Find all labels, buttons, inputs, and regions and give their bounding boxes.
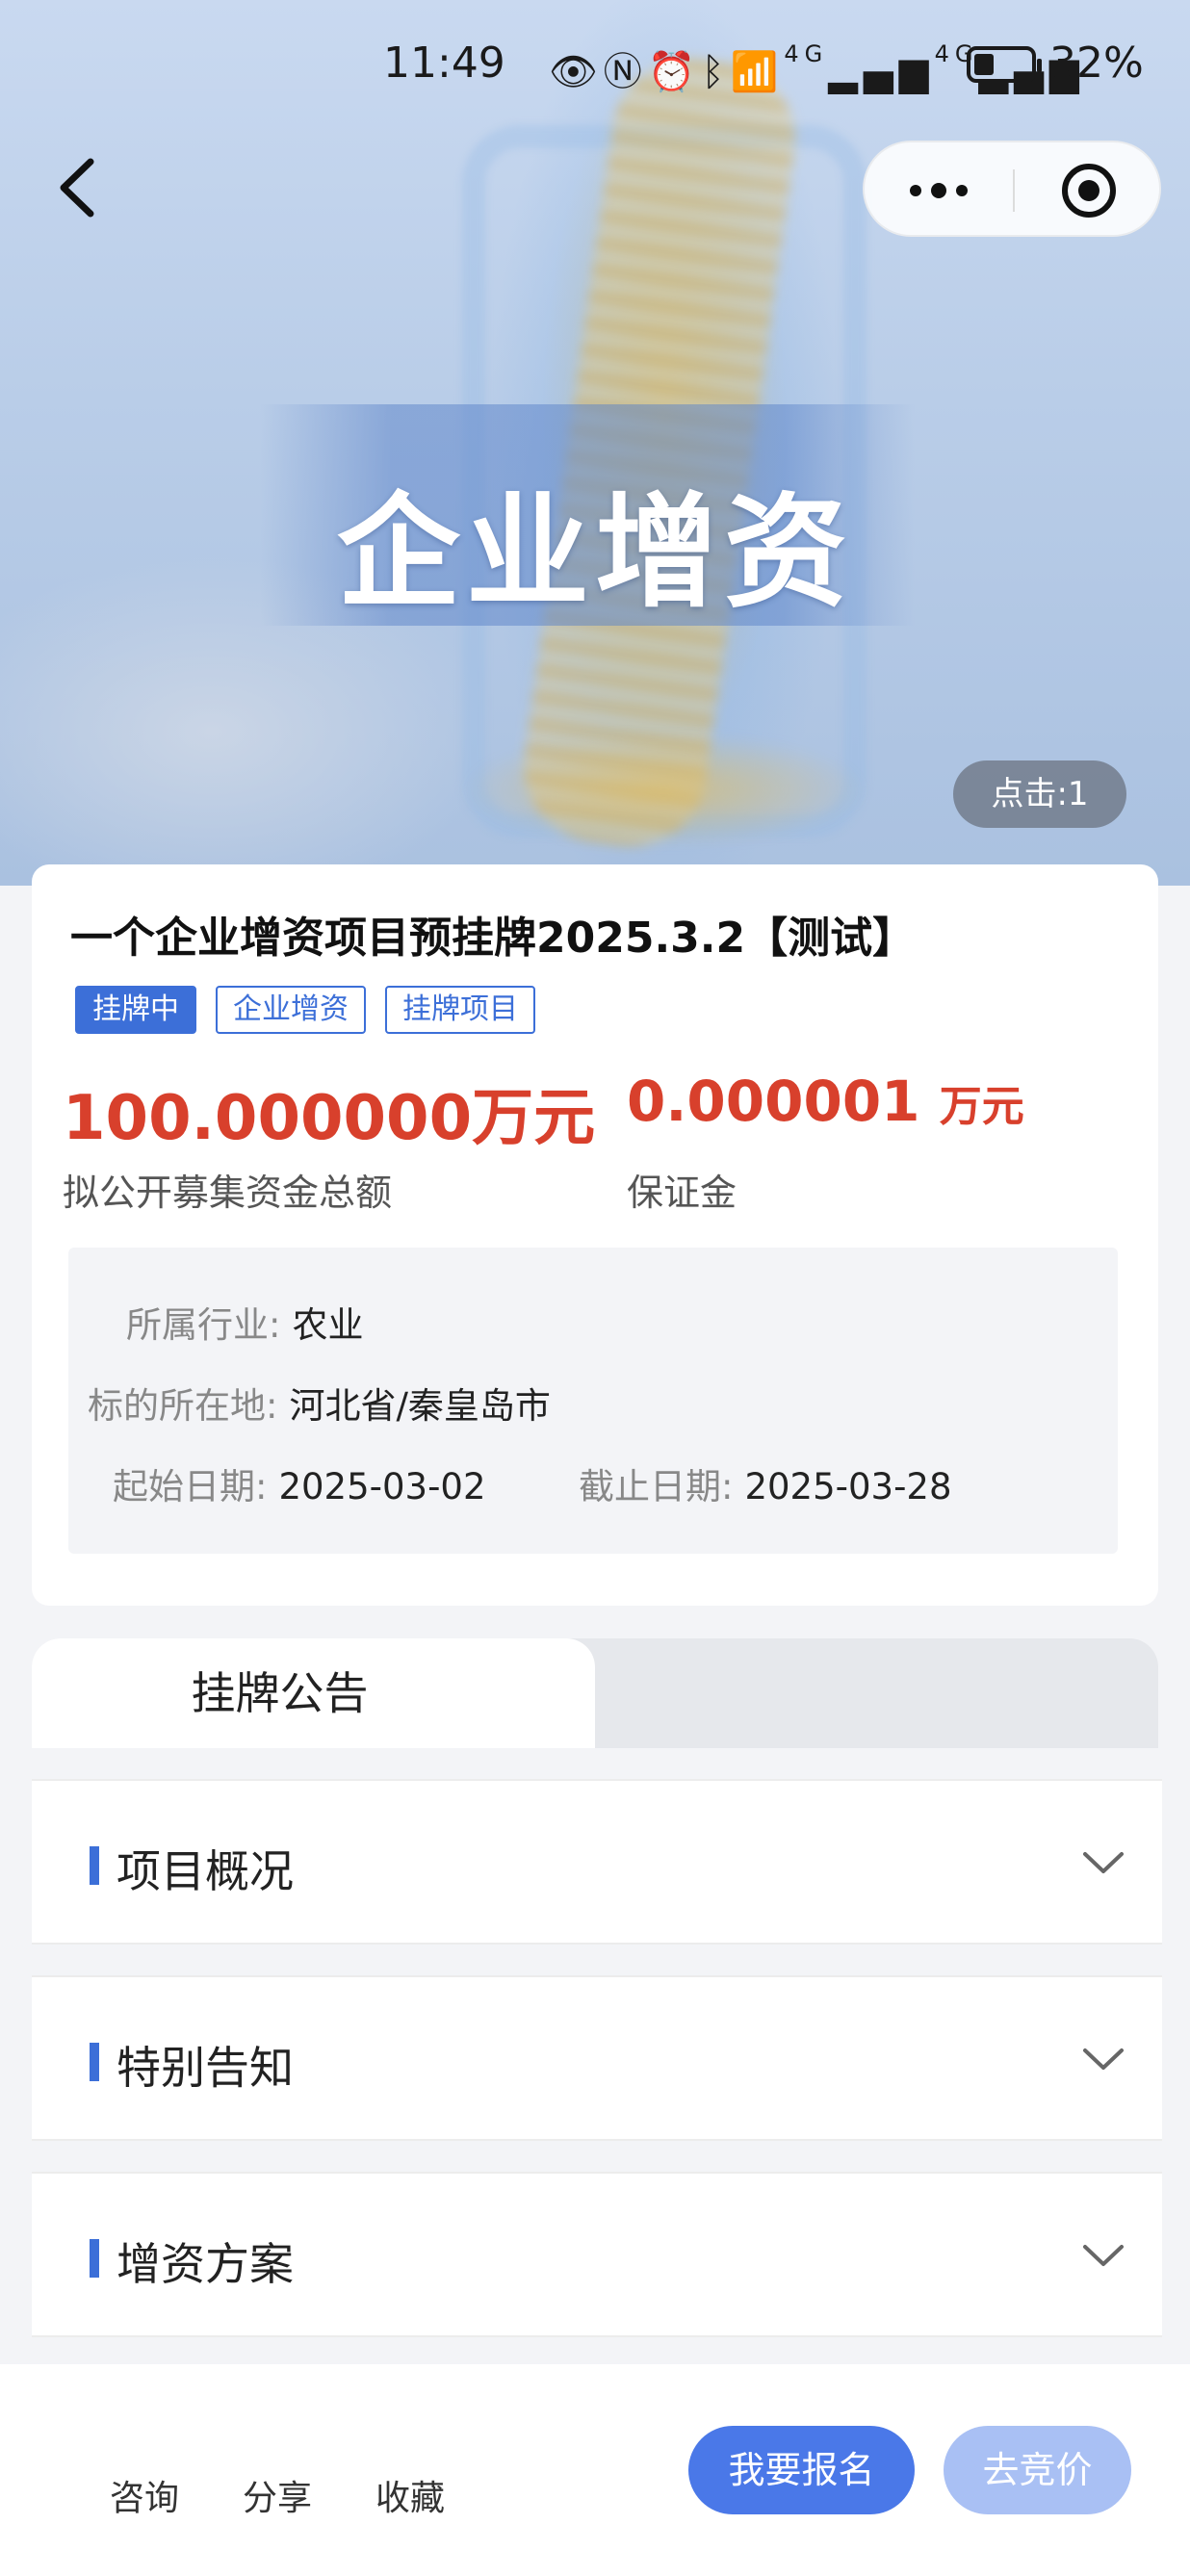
back-button[interactable] <box>50 154 108 221</box>
click-count-badge: 点击:1 <box>953 760 1126 828</box>
location-value: 河北省/秦皇岛市 <box>289 1385 551 1427</box>
alarm-icon: ⏰ <box>647 50 702 94</box>
chevron-down-icon <box>1083 2245 1124 2266</box>
section-capital-plan[interactable]: 增资方案 <box>32 2172 1162 2337</box>
favorite-button[interactable]: 收藏 <box>375 2470 445 2520</box>
bottom-action-bar: 咨询 分享 收藏 我要报名 去竞价 <box>0 2364 1190 2576</box>
location-label: 标的所在地: <box>88 1385 278 1427</box>
deposit-amount: 0.000001 万元 <box>627 1069 1024 1134</box>
consult-button[interactable]: 咨询 <box>110 2470 179 2520</box>
target-icon <box>1062 164 1116 218</box>
end-date-value: 2025-03-28 <box>744 1466 952 1507</box>
signup-button[interactable]: 我要报名 <box>688 2426 915 2514</box>
wifi-icon: 📶 <box>730 50 785 94</box>
signal-bars-icon: ▂▄▆ <box>828 50 935 94</box>
nfc-icon: Ⓝ <box>603 50 648 94</box>
project-tags: 挂牌中 企业增资 挂牌项目 <box>75 986 535 1034</box>
chevron-down-icon <box>1083 2048 1124 2070</box>
share-button[interactable]: 分享 <box>243 2470 312 2520</box>
end-date-row: 截止日期: 2025-03-28 <box>579 1457 952 1509</box>
section-marker <box>90 1846 99 1885</box>
location-row: 标的所在地: 河北省/秦皇岛市 <box>88 1377 551 1429</box>
battery-percent: 32% <box>1049 39 1144 88</box>
deposit-label: 保证金 <box>627 1172 737 1214</box>
section-special-notice[interactable]: 特别告知 <box>32 1975 1162 2141</box>
industry-row: 所属行业: 农业 <box>126 1296 363 1348</box>
detail-box: 所属行业: 农业 标的所在地: 河北省/秦皇岛市 起始日期: 2025-03-02 截… <box>68 1248 1118 1554</box>
chevron-down-icon <box>1083 1852 1124 1873</box>
signal-4g-icon: 4G <box>784 40 829 67</box>
start-date-row: 起始日期: 2025-03-02 <box>113 1457 486 1509</box>
tab-announcement-label: 挂牌公告 <box>191 1667 369 1719</box>
project-info-card: 一个企业增资项目预挂牌2025.3.2【测试】 挂牌中 企业增资 挂牌项目 10… <box>32 864 1158 1606</box>
category-tag: 企业增资 <box>216 986 366 1034</box>
close-miniprogram-button[interactable] <box>1015 142 1163 239</box>
section-title: 增资方案 <box>116 2238 294 2290</box>
section-marker <box>90 2239 99 2278</box>
miniprogram-capsule <box>863 141 1161 237</box>
deposit-unit: 万元 <box>939 1082 1024 1131</box>
fundraising-amount: 100.000000万元 <box>63 1083 596 1154</box>
eye-icon: 👁 <box>549 50 604 94</box>
tab-announcement[interactable]: 挂牌公告 <box>32 1638 595 1748</box>
status-bar: 11:49 👁Ⓝ⏰ᛒ📶4G▂▄▆4G▂▄▆ 32% <box>0 0 1190 135</box>
bluetooth-icon: ᛒ <box>701 50 731 94</box>
start-date-label: 起始日期: <box>113 1466 268 1507</box>
end-date-label: 截止日期: <box>579 1466 734 1507</box>
more-button[interactable] <box>865 142 1013 239</box>
status-time: 11:49 <box>383 39 505 88</box>
section-title: 特别告知 <box>116 2042 294 2094</box>
industry-value: 农业 <box>292 1304 364 1346</box>
project-title: 一个企业增资项目预挂牌2025.3.2【测试】 <box>70 914 916 963</box>
hero-title: 企业增资 <box>336 481 853 625</box>
status-tag: 挂牌中 <box>75 986 196 1034</box>
section-project-overview[interactable]: 项目概况 <box>32 1779 1162 1945</box>
start-date-value: 2025-03-02 <box>278 1466 486 1507</box>
hero-coin-pile-graphic <box>462 732 867 847</box>
section-marker <box>90 2043 99 2081</box>
deposit-value: 0.000001 <box>627 1069 920 1134</box>
type-tag: 挂牌项目 <box>385 986 535 1034</box>
bid-button[interactable]: 去竞价 <box>944 2426 1131 2514</box>
chevron-left-icon <box>60 158 94 218</box>
more-dots-icon <box>910 183 968 198</box>
fundraising-label: 拟公开募集资金总额 <box>63 1172 393 1214</box>
battery-icon <box>967 46 1042 83</box>
section-title: 项目概况 <box>116 1845 294 1897</box>
tab-bar: 挂牌公告 <box>32 1638 1158 1748</box>
industry-label: 所属行业: <box>126 1304 281 1346</box>
